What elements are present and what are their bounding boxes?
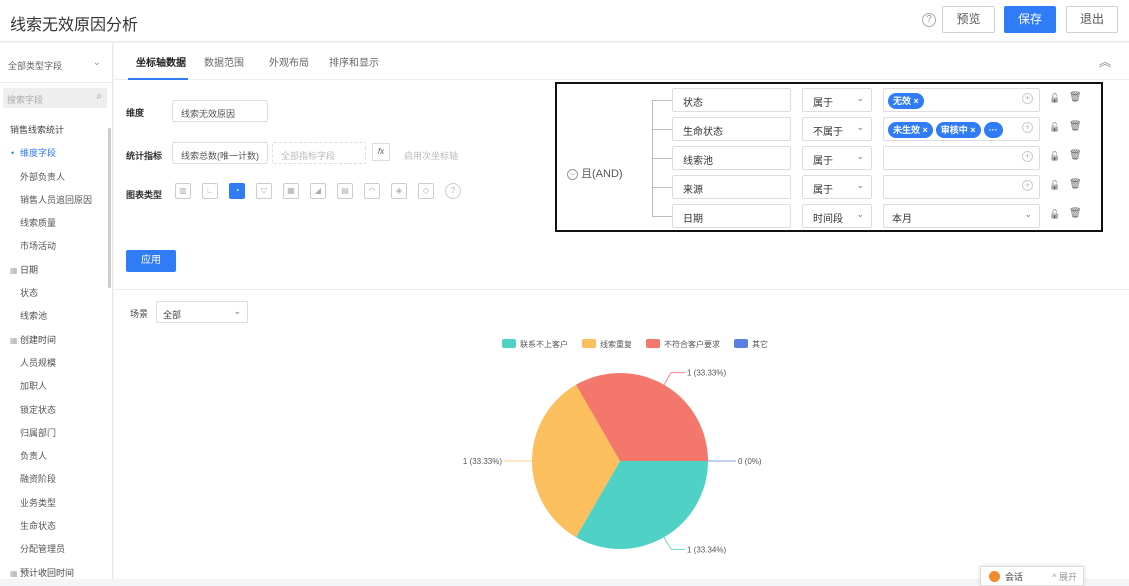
slice-leader-line	[663, 372, 685, 385]
sidebar-field-item[interactable]: 融资阶段	[0, 468, 112, 491]
sidebar-field-item[interactable]: 加职人	[0, 375, 112, 398]
field-type-value: 全部类型字段	[8, 61, 63, 71]
legend-swatch[interactable]	[734, 339, 748, 348]
sidebar-field-item[interactable]: 分配管理员	[0, 538, 112, 561]
sidebar-field-item[interactable]: 线索池	[0, 305, 112, 328]
sidebar-field-item[interactable]: 归属部门	[0, 422, 112, 445]
slice-data-label: 0 (0%)	[738, 457, 762, 466]
sidebar-field-item[interactable]: 线索质量	[0, 212, 112, 235]
chat-popup[interactable]: 会话 ^ 展开	[980, 566, 1084, 586]
sidebar-field-item[interactable]: 市场活动	[0, 235, 112, 258]
sidebar-field-item[interactable]: 生命状态	[0, 515, 112, 538]
slice-leader-line	[663, 537, 685, 550]
slice-data-label: 1 (33.34%)	[687, 545, 726, 554]
sidebar-scrollbar[interactable]	[108, 128, 111, 288]
search-icon: ⌕	[96, 91, 102, 102]
top-bar: 线索无效原因分析 ? 预览 保存 退出	[0, 0, 1129, 42]
field-search-input[interactable]: 搜索字段 ⌕	[3, 88, 107, 108]
field-type-select[interactable]: 全部类型字段 ⌄	[0, 43, 112, 83]
pie-chart: 联系不上客户 线索重复 不符合客户要求 其它 1 (33.34%) 1 (33.33%) 1…	[463, 339, 768, 554]
chevron-down-icon: ⌄	[92, 57, 101, 68]
save-button[interactable]: 保存	[1004, 6, 1056, 33]
sidebar-field-item[interactable]: 锁定状态	[0, 399, 112, 422]
expand-toggle[interactable]: ^ 展开	[1052, 570, 1077, 583]
field-list: 销售线索统计维度字段外部负责人销售人员追回原因线索质量市场活动日期状态线索池创建…	[0, 119, 112, 579]
sidebar-field-item[interactable]: 创建时间	[0, 329, 112, 352]
exit-button[interactable]: 退出	[1066, 6, 1118, 33]
sidebar-field-item[interactable]: 销售线索统计	[0, 119, 112, 142]
sidebar-field-item[interactable]: 销售人员追回原因	[0, 189, 112, 212]
main-panel: 坐标轴数据 数据范围 外观布局 排序和显示 ︽ 维度 线索无效原因 统计指标 线…	[114, 43, 1129, 579]
legend-label[interactable]: 不符合客户要求	[664, 339, 720, 349]
legend-swatch[interactable]	[582, 339, 596, 348]
sidebar-field-item[interactable]: 维度字段	[0, 142, 112, 165]
sidebar-field-item[interactable]: 预计收回时间	[0, 562, 112, 579]
help-icon[interactable]: ?	[922, 13, 936, 27]
legend-swatch[interactable]	[646, 339, 660, 348]
legend-label[interactable]: 联系不上客户	[520, 339, 568, 349]
search-placeholder: 搜索字段	[7, 95, 44, 105]
chat-icon	[989, 571, 1000, 582]
sidebar-field-item[interactable]: 负责人	[0, 445, 112, 468]
preview-button[interactable]: 预览	[942, 6, 995, 33]
sidebar-field-item[interactable]: 外部负责人	[0, 166, 112, 189]
page-title: 线索无效原因分析	[10, 17, 139, 34]
sidebar-field-item[interactable]: 状态	[0, 282, 112, 305]
slice-data-label: 1 (33.33%)	[463, 457, 502, 466]
field-sidebar: 全部类型字段 ⌄ 搜索字段 ⌕ 销售线索统计维度字段外部负责人销售人员追回原因线…	[0, 43, 113, 579]
legend-label[interactable]: 线索重复	[600, 339, 632, 349]
chat-label: 会话	[1005, 572, 1024, 582]
legend-label[interactable]: 其它	[752, 339, 768, 349]
slice-data-label: 1 (33.33%)	[687, 369, 726, 378]
sidebar-field-item[interactable]: 日期	[0, 259, 112, 282]
legend-swatch[interactable]	[502, 339, 516, 348]
sidebar-field-item[interactable]: 人员规模	[0, 352, 112, 375]
sidebar-field-item[interactable]: 业务类型	[0, 492, 112, 515]
